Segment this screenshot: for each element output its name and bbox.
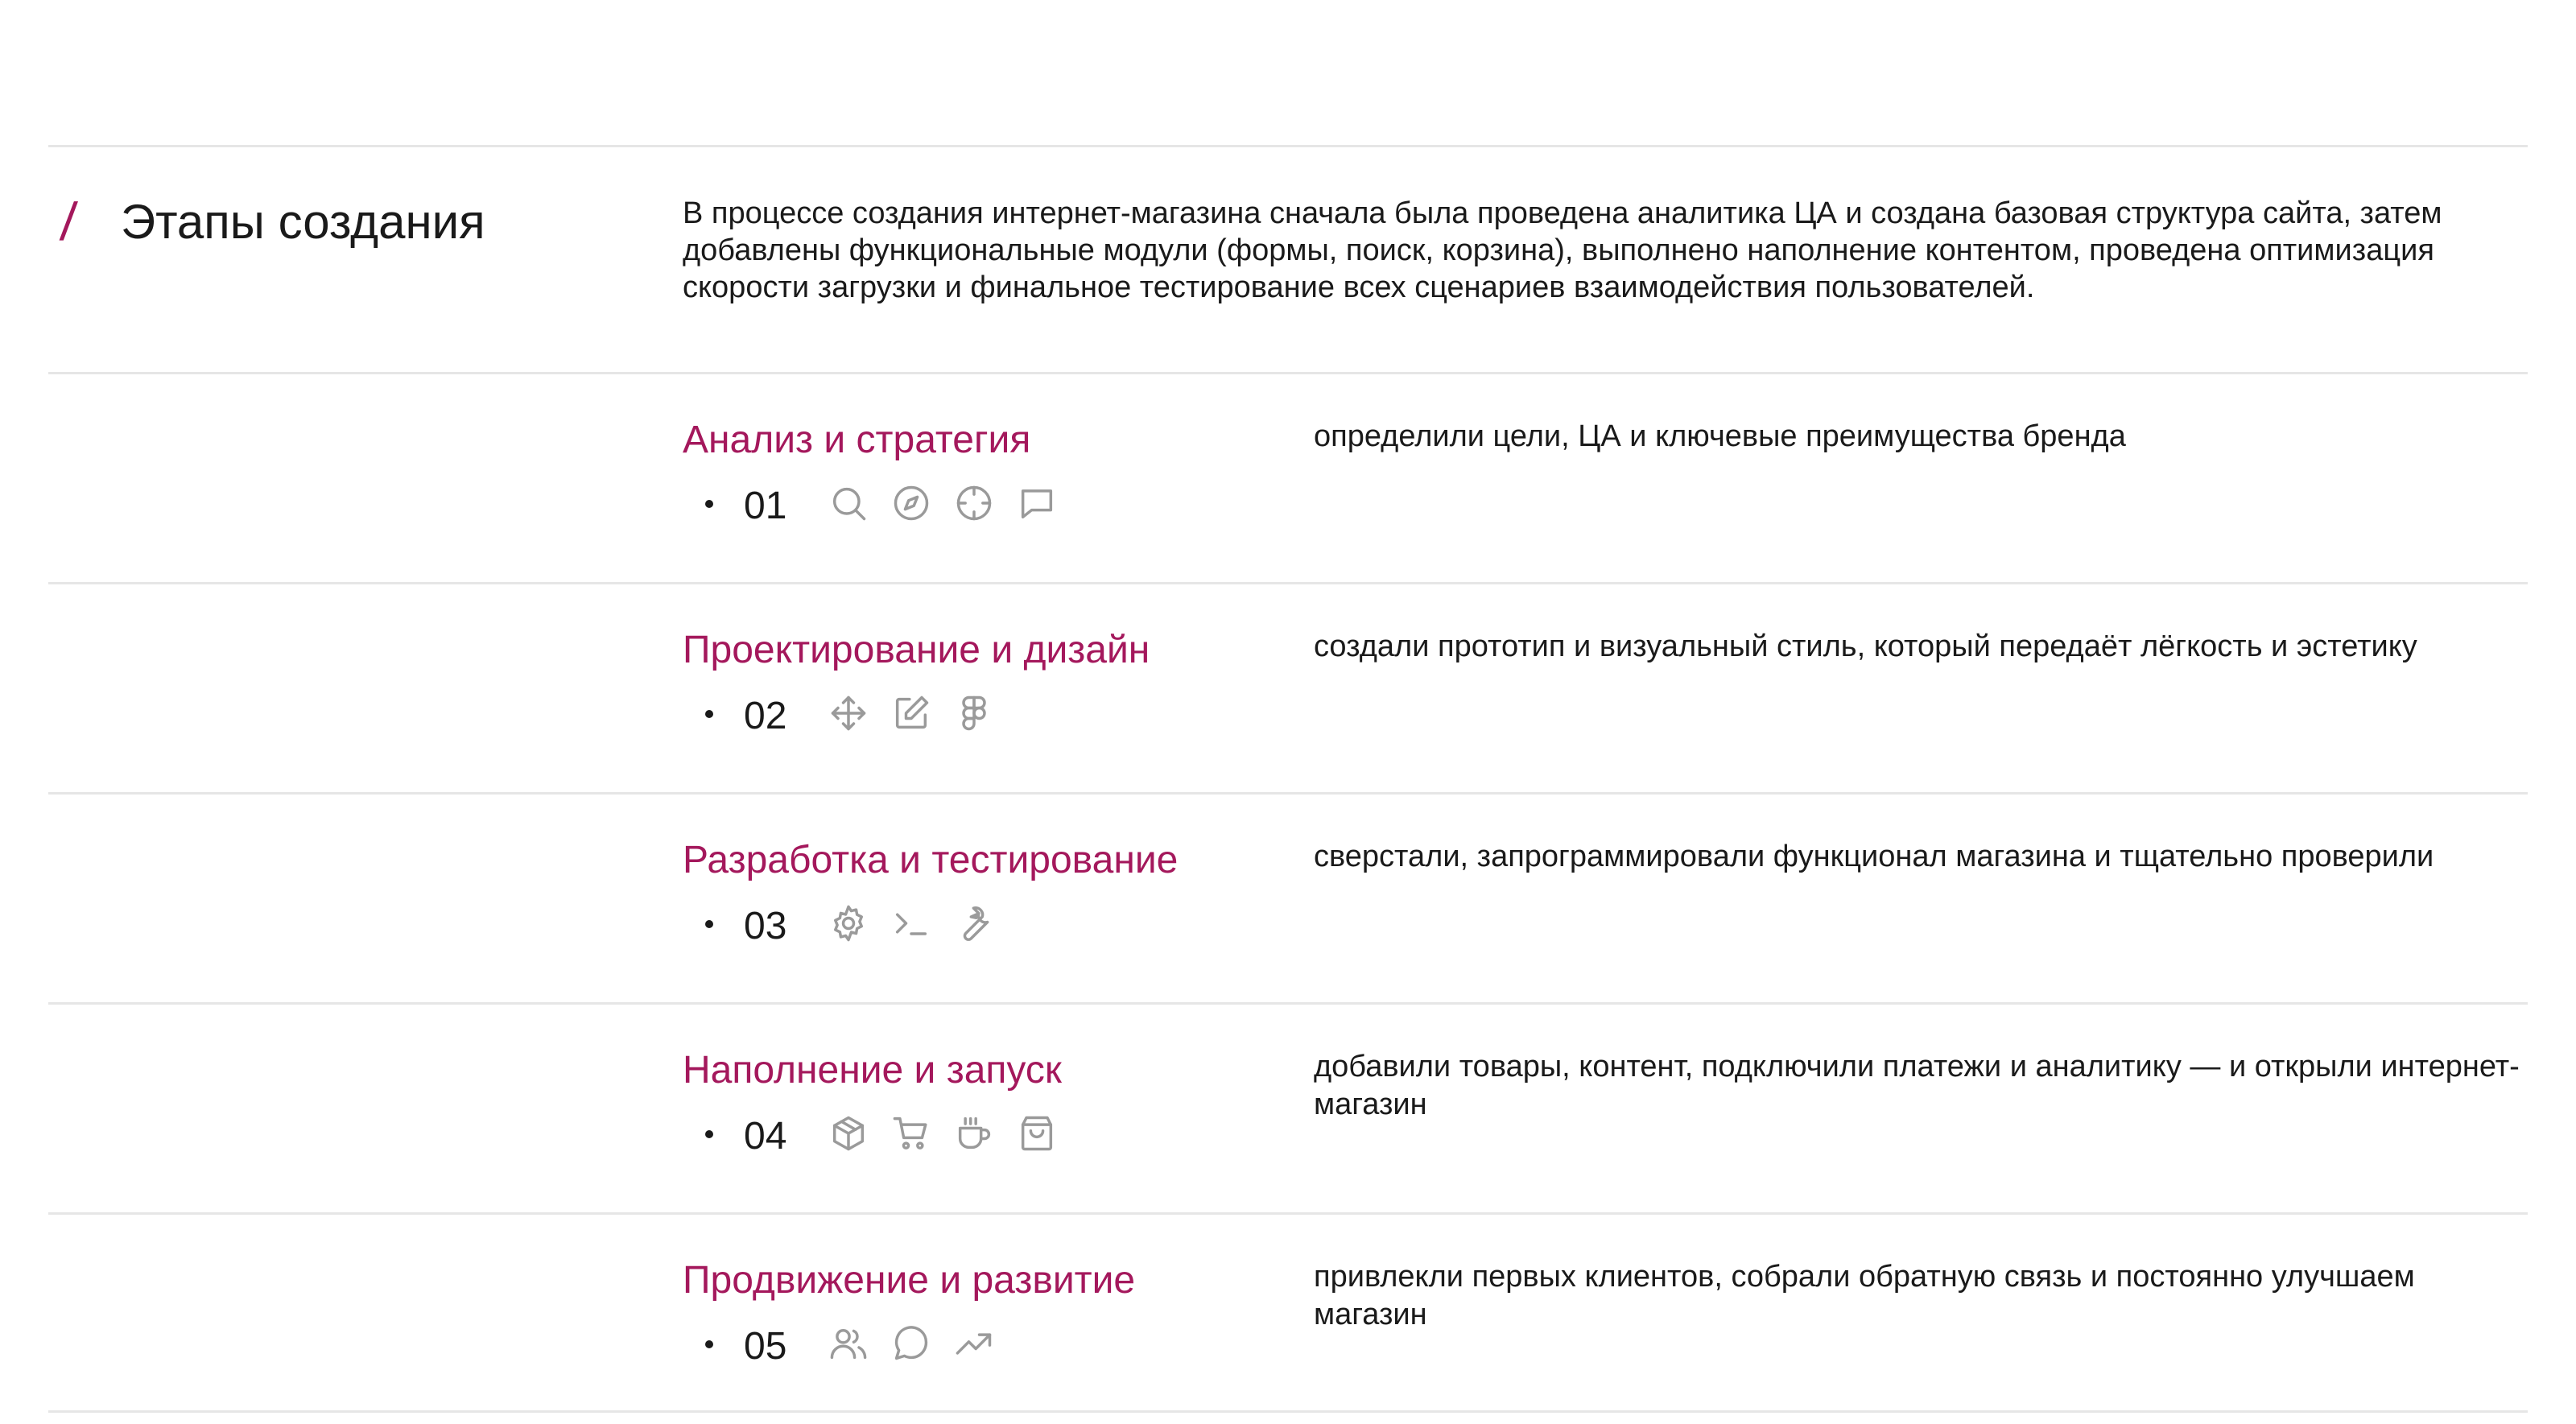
- message-circle-icon: [890, 1323, 932, 1364]
- stage-icons: [828, 482, 1058, 524]
- users-icon: [828, 1323, 869, 1364]
- bullet-dot: [705, 710, 713, 718]
- stage-icons: [828, 902, 995, 944]
- wrench-icon: [953, 902, 995, 944]
- stage-number: 01: [744, 485, 787, 527]
- edit-icon: [890, 692, 932, 734]
- stage-number: 04: [744, 1115, 787, 1158]
- coffee-icon: [953, 1112, 995, 1154]
- stage-number: 02: [744, 695, 787, 737]
- top-divider: [48, 145, 2528, 147]
- stage-3: Разработка и тестирование 03 сверстали, …: [0, 795, 2576, 1004]
- target-icon: [953, 482, 995, 524]
- bottom-divider: [48, 1410, 2528, 1413]
- bullet-dot: [705, 500, 713, 508]
- stage-title: Продвижение и развитие: [683, 1259, 1136, 1302]
- stage-4: Наполнение и запуск 04 добавили товары, …: [0, 1005, 2576, 1214]
- search-icon: [828, 482, 869, 524]
- figma-icon: [953, 692, 995, 734]
- bullet-dot: [705, 1340, 713, 1348]
- slash-accent: /: [58, 192, 80, 251]
- stage-description: определили цели, ЦА и ключевые преимущес…: [1314, 419, 2126, 453]
- gear-icon: [828, 902, 869, 944]
- move-icon: [828, 692, 869, 734]
- stage-number: 03: [744, 905, 787, 947]
- cart-icon: [890, 1112, 932, 1154]
- stage-description: добавили товары, контент, подключили пла…: [1314, 1050, 2520, 1121]
- compass-icon: [890, 482, 932, 524]
- stage-title: Разработка и тестирование: [683, 839, 1179, 881]
- stage-title: Наполнение и запуск: [683, 1049, 1062, 1092]
- intro-paragraph: В процессе создания интернет-магазина сн…: [683, 196, 2442, 304]
- bullet-dot: [705, 1130, 713, 1138]
- stage-description: привлекли первых клиентов, собрали обрат…: [1314, 1260, 2415, 1331]
- stage-2: Проектирование и дизайн 02 создали прото…: [0, 584, 2576, 794]
- stage-icons: [828, 1112, 1058, 1154]
- stage-5: Продвижение и развитие 05 привлекли перв…: [0, 1215, 2576, 1424]
- stage-title: Проектирование и дизайн: [683, 629, 1150, 671]
- bullet-dot: [705, 920, 713, 928]
- stage-description: сверстали, запрограммировали функционал …: [1314, 840, 2434, 873]
- box-icon: [828, 1112, 869, 1154]
- stage-icons: [828, 692, 995, 734]
- trending-up-icon: [953, 1323, 995, 1364]
- section-title: Этапы создания: [121, 195, 485, 249]
- shopping-bag-icon: [1016, 1112, 1058, 1154]
- stage-icons: [828, 1323, 995, 1364]
- stage-number: 05: [744, 1325, 787, 1368]
- stage-title: Анализ и стратегия: [683, 419, 1031, 461]
- terminal-icon: [890, 902, 932, 944]
- stage-1: Анализ и стратегия 01 определили цели, Ц…: [0, 374, 2576, 584]
- chat-bubble-icon: [1016, 482, 1058, 524]
- stage-description: создали прототип и визуальный стиль, кот…: [1314, 629, 2417, 663]
